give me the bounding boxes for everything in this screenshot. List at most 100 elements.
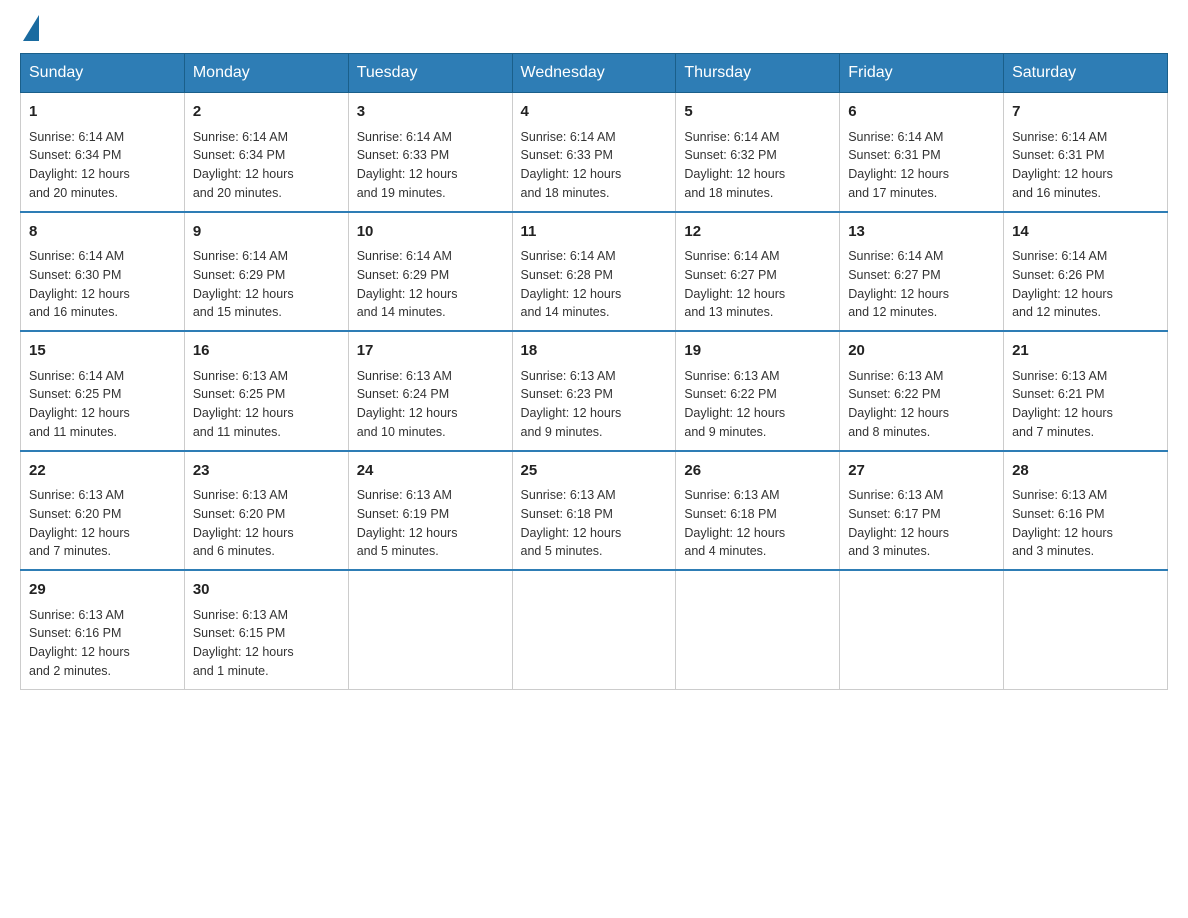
day-number: 3 bbox=[357, 101, 504, 124]
day-info: Sunrise: 6:13 AMSunset: 6:20 PMDaylight:… bbox=[29, 486, 176, 561]
day-number: 17 bbox=[357, 340, 504, 363]
calendar-day-cell: 4 Sunrise: 6:14 AMSunset: 6:33 PMDaylight… bbox=[512, 93, 676, 212]
day-number: 12 bbox=[684, 221, 831, 244]
calendar-day-cell: 7 Sunrise: 6:14 AMSunset: 6:31 PMDaylight… bbox=[1004, 93, 1168, 212]
calendar-day-cell: 2 Sunrise: 6:14 AMSunset: 6:34 PMDaylight… bbox=[184, 93, 348, 212]
day-info: Sunrise: 6:13 AMSunset: 6:25 PMDaylight:… bbox=[193, 367, 340, 442]
day-number: 23 bbox=[193, 460, 340, 483]
day-number: 24 bbox=[357, 460, 504, 483]
weekday-header-sunday: Sunday bbox=[21, 54, 185, 93]
weekday-header-friday: Friday bbox=[840, 54, 1004, 93]
day-number: 25 bbox=[521, 460, 668, 483]
calendar-day-cell: 19 Sunrise: 6:13 AMSunset: 6:22 PMDayligh… bbox=[676, 331, 840, 451]
day-info: Sunrise: 6:13 AMSunset: 6:24 PMDaylight:… bbox=[357, 367, 504, 442]
calendar-day-cell: 22 Sunrise: 6:13 AMSunset: 6:20 PMDayligh… bbox=[21, 451, 185, 571]
calendar-day-cell: 23Sunrise: 6:13 AMSunset: 6:20 PMDayligh… bbox=[184, 451, 348, 571]
day-number: 8 bbox=[29, 221, 176, 244]
calendar-day-cell: 10Sunrise: 6:14 AMSunset: 6:29 PMDayligh… bbox=[348, 212, 512, 332]
day-number: 15 bbox=[29, 340, 176, 363]
calendar-day-cell: 25 Sunrise: 6:13 AMSunset: 6:18 PMDayligh… bbox=[512, 451, 676, 571]
day-info: Sunrise: 6:14 AMSunset: 6:31 PMDaylight:… bbox=[848, 128, 995, 203]
day-number: 21 bbox=[1012, 340, 1159, 363]
calendar-day-cell: 14 Sunrise: 6:14 AMSunset: 6:26 PMDayligh… bbox=[1004, 212, 1168, 332]
calendar-week-row: 22 Sunrise: 6:13 AMSunset: 6:20 PMDayligh… bbox=[21, 451, 1168, 571]
day-number: 5 bbox=[684, 101, 831, 124]
day-info: Sunrise: 6:13 AMSunset: 6:15 PMDaylight:… bbox=[193, 606, 340, 681]
calendar-day-cell: 15 Sunrise: 6:14 AMSunset: 6:25 PMDayligh… bbox=[21, 331, 185, 451]
weekday-header-saturday: Saturday bbox=[1004, 54, 1168, 93]
day-number: 9 bbox=[193, 221, 340, 244]
day-info: Sunrise: 6:14 AMSunset: 6:31 PMDaylight:… bbox=[1012, 128, 1159, 203]
day-info: Sunrise: 6:14 AMSunset: 6:28 PMDaylight:… bbox=[521, 247, 668, 322]
day-number: 14 bbox=[1012, 221, 1159, 244]
calendar-day-cell: 9Sunrise: 6:14 AMSunset: 6:29 PMDaylight… bbox=[184, 212, 348, 332]
day-info: Sunrise: 6:14 AMSunset: 6:33 PMDaylight:… bbox=[357, 128, 504, 203]
calendar-day-cell: 21Sunrise: 6:13 AMSunset: 6:21 PMDayligh… bbox=[1004, 331, 1168, 451]
day-info: Sunrise: 6:14 AMSunset: 6:33 PMDaylight:… bbox=[521, 128, 668, 203]
day-number: 6 bbox=[848, 101, 995, 124]
calendar-day-cell: 13 Sunrise: 6:14 AMSunset: 6:27 PMDayligh… bbox=[840, 212, 1004, 332]
day-info: Sunrise: 6:14 AMSunset: 6:34 PMDaylight:… bbox=[193, 128, 340, 203]
calendar-day-cell: 16 Sunrise: 6:13 AMSunset: 6:25 PMDayligh… bbox=[184, 331, 348, 451]
day-number: 7 bbox=[1012, 101, 1159, 124]
day-number: 4 bbox=[521, 101, 668, 124]
day-info: Sunrise: 6:14 AMSunset: 6:26 PMDaylight:… bbox=[1012, 247, 1159, 322]
calendar-day-cell: 8Sunrise: 6:14 AMSunset: 6:30 PMDaylight… bbox=[21, 212, 185, 332]
weekday-header-thursday: Thursday bbox=[676, 54, 840, 93]
day-info: Sunrise: 6:13 AMSunset: 6:23 PMDaylight:… bbox=[521, 367, 668, 442]
day-number: 27 bbox=[848, 460, 995, 483]
day-number: 19 bbox=[684, 340, 831, 363]
calendar-table: SundayMondayTuesdayWednesdayThursdayFrid… bbox=[20, 53, 1168, 690]
calendar-day-cell: 3 Sunrise: 6:14 AMSunset: 6:33 PMDaylight… bbox=[348, 93, 512, 212]
day-info: Sunrise: 6:14 AMSunset: 6:25 PMDaylight:… bbox=[29, 367, 176, 442]
calendar-day-cell: 29 Sunrise: 6:13 AMSunset: 6:16 PMDayligh… bbox=[21, 570, 185, 689]
calendar-day-cell: 20 Sunrise: 6:13 AMSunset: 6:22 PMDayligh… bbox=[840, 331, 1004, 451]
day-number: 16 bbox=[193, 340, 340, 363]
calendar-day-cell bbox=[840, 570, 1004, 689]
weekday-header-row: SundayMondayTuesdayWednesdayThursdayFrid… bbox=[21, 54, 1168, 93]
calendar-day-cell: 28 Sunrise: 6:13 AMSunset: 6:16 PMDayligh… bbox=[1004, 451, 1168, 571]
calendar-day-cell: 17 Sunrise: 6:13 AMSunset: 6:24 PMDayligh… bbox=[348, 331, 512, 451]
calendar-day-cell: 11 Sunrise: 6:14 AMSunset: 6:28 PMDayligh… bbox=[512, 212, 676, 332]
day-info: Sunrise: 6:14 AMSunset: 6:27 PMDaylight:… bbox=[684, 247, 831, 322]
calendar-day-cell: 26Sunrise: 6:13 AMSunset: 6:18 PMDayligh… bbox=[676, 451, 840, 571]
calendar-day-cell bbox=[1004, 570, 1168, 689]
day-info: Sunrise: 6:13 AMSunset: 6:17 PMDaylight:… bbox=[848, 486, 995, 561]
day-info: Sunrise: 6:14 AMSunset: 6:27 PMDaylight:… bbox=[848, 247, 995, 322]
day-number: 22 bbox=[29, 460, 176, 483]
day-number: 2 bbox=[193, 101, 340, 124]
day-number: 10 bbox=[357, 221, 504, 244]
calendar-day-cell: 24 Sunrise: 6:13 AMSunset: 6:19 PMDayligh… bbox=[348, 451, 512, 571]
day-info: Sunrise: 6:13 AMSunset: 6:19 PMDaylight:… bbox=[357, 486, 504, 561]
day-info: Sunrise: 6:14 AMSunset: 6:32 PMDaylight:… bbox=[684, 128, 831, 203]
calendar-day-cell: 27 Sunrise: 6:13 AMSunset: 6:17 PMDayligh… bbox=[840, 451, 1004, 571]
day-number: 11 bbox=[521, 221, 668, 244]
calendar-day-cell: 1Sunrise: 6:14 AMSunset: 6:34 PMDaylight… bbox=[21, 93, 185, 212]
day-info: Sunrise: 6:13 AMSunset: 6:18 PMDaylight:… bbox=[684, 486, 831, 561]
weekday-header-wednesday: Wednesday bbox=[512, 54, 676, 93]
day-info: Sunrise: 6:13 AMSunset: 6:18 PMDaylight:… bbox=[521, 486, 668, 561]
day-info: Sunrise: 6:13 AMSunset: 6:16 PMDaylight:… bbox=[1012, 486, 1159, 561]
day-info: Sunrise: 6:13 AMSunset: 6:22 PMDaylight:… bbox=[848, 367, 995, 442]
calendar-week-row: 1 Sunrise: 6:14 AMSunset: 6:34 PMDaylight… bbox=[21, 93, 1168, 212]
calendar-day-cell bbox=[348, 570, 512, 689]
calendar-day-cell: 6 Sunrise: 6:14 AMSunset: 6:31 PMDaylight… bbox=[840, 93, 1004, 212]
day-number: 30 bbox=[193, 579, 340, 602]
day-number: 13 bbox=[848, 221, 995, 244]
calendar-week-row: 8Sunrise: 6:14 AMSunset: 6:30 PMDaylight… bbox=[21, 212, 1168, 332]
calendar-day-cell bbox=[512, 570, 676, 689]
page-header bbox=[20, 20, 1168, 33]
logo-triangle-icon bbox=[23, 15, 39, 41]
day-number: 20 bbox=[848, 340, 995, 363]
day-number: 1 bbox=[29, 101, 176, 124]
day-number: 29 bbox=[29, 579, 176, 602]
day-number: 28 bbox=[1012, 460, 1159, 483]
calendar-day-cell: 5 Sunrise: 6:14 AMSunset: 6:32 PMDaylight… bbox=[676, 93, 840, 212]
day-info: Sunrise: 6:13 AMSunset: 6:22 PMDaylight:… bbox=[684, 367, 831, 442]
day-info: Sunrise: 6:13 AMSunset: 6:16 PMDaylight:… bbox=[29, 606, 176, 681]
calendar-day-cell: 12 Sunrise: 6:14 AMSunset: 6:27 PMDayligh… bbox=[676, 212, 840, 332]
weekday-header-monday: Monday bbox=[184, 54, 348, 93]
weekday-header-tuesday: Tuesday bbox=[348, 54, 512, 93]
logo-top bbox=[20, 20, 42, 41]
calendar-week-row: 15 Sunrise: 6:14 AMSunset: 6:25 PMDayligh… bbox=[21, 331, 1168, 451]
